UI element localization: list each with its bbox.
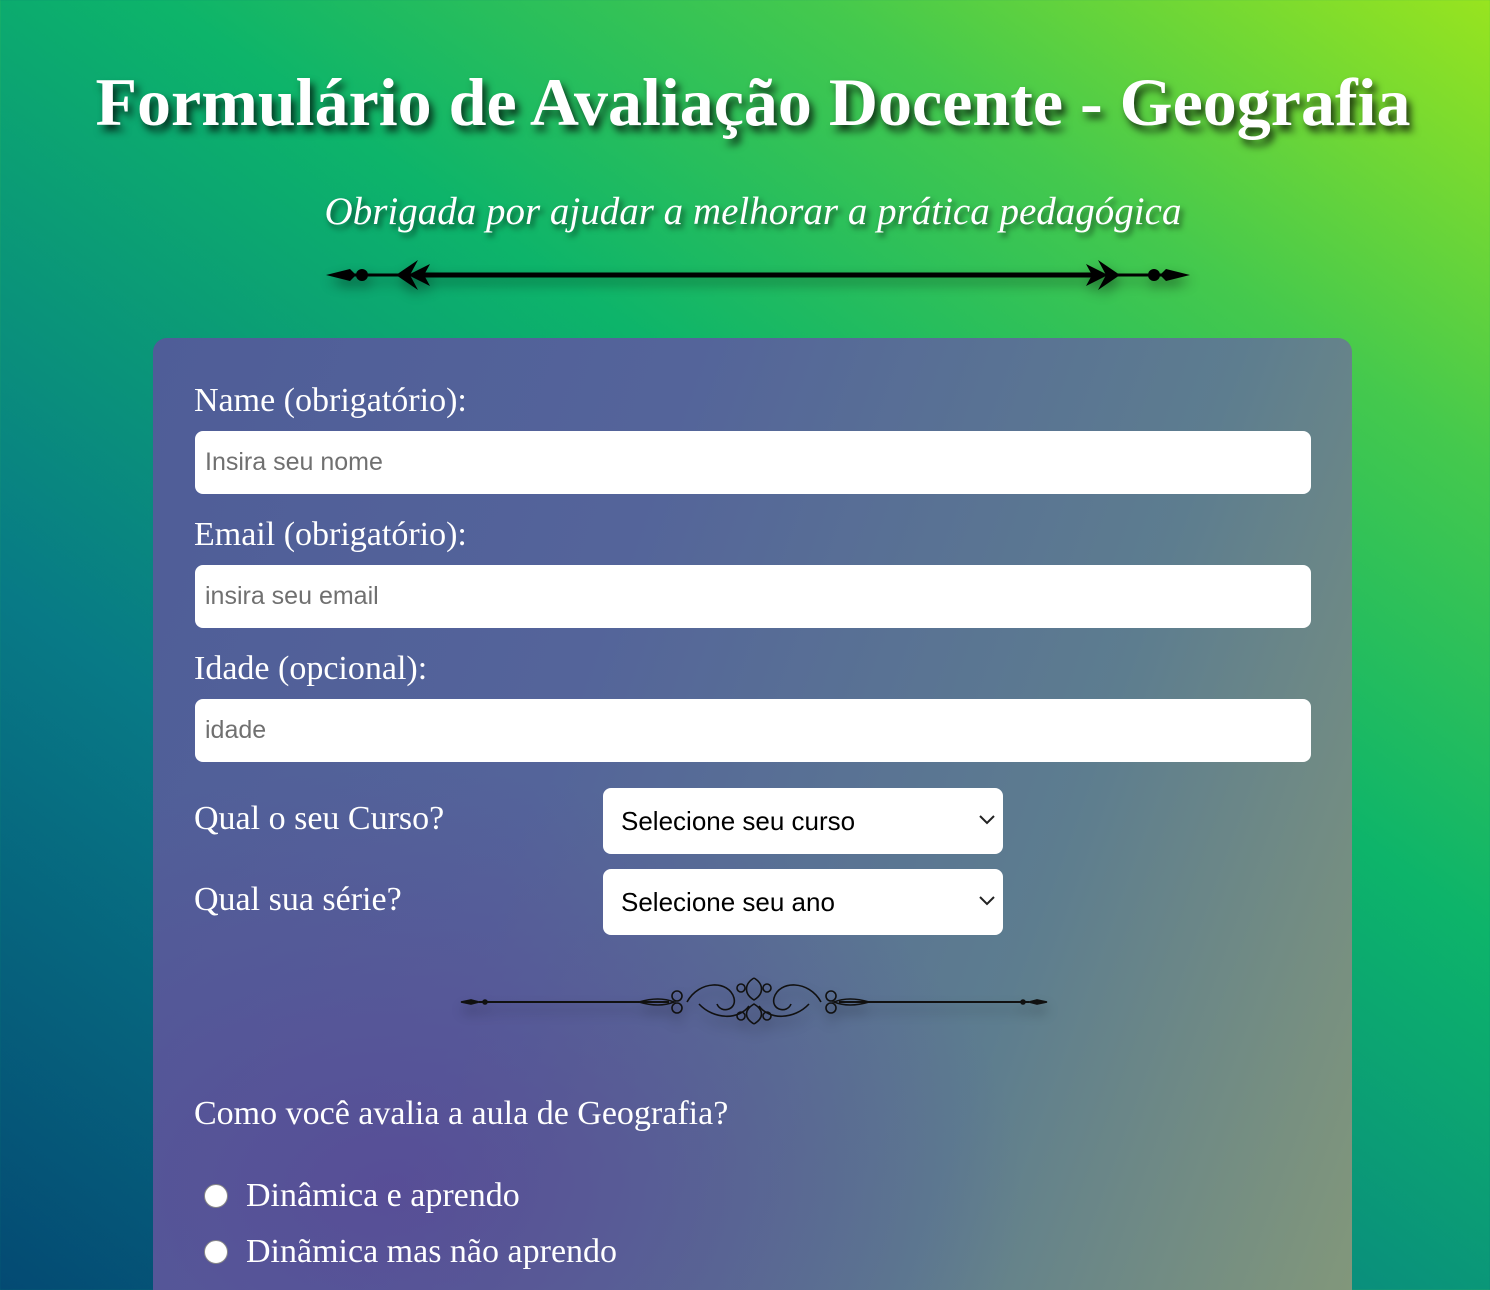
ornamental-arrow-divider-icon (326, 260, 1190, 290)
rating-option[interactable]: Dinãmica mas não aprendo (204, 1232, 617, 1272)
course-label: Qual o seu Curso? (194, 800, 445, 837)
radio-button[interactable] (204, 1240, 228, 1264)
age-input[interactable] (195, 699, 1311, 762)
chevron-down-icon (979, 896, 995, 906)
chevron-down-icon (979, 815, 995, 825)
grade-select[interactable]: Selecione seu ano (603, 869, 1003, 935)
course-select[interactable]: Selecione seu curso (603, 788, 1003, 854)
rating-option-label: Dinãmica mas não aprendo (246, 1233, 618, 1270)
page: Formulário de Avaliação Docente - Geogra… (0, 0, 1490, 1290)
ornamental-scroll-divider-icon (460, 977, 1048, 1025)
email-label: Email (obrigatório): (194, 516, 467, 553)
age-label: Idade (opcional): (194, 650, 428, 687)
form-card: Name (obrigatório): Email (obrigatório):… (153, 338, 1352, 1290)
page-subtitle: Obrigada por ajudar a melhorar a prática… (324, 190, 1182, 233)
rating-question: Como você avalia a aula de Geografia? (194, 1095, 729, 1132)
page-title: Formulário de Avaliação Docente - Geogra… (95, 64, 1411, 140)
course-select-value: Selecione seu curso (621, 806, 856, 836)
name-input[interactable] (195, 431, 1311, 494)
grade-select-value: Selecione seu ano (621, 887, 835, 917)
rating-option-label: Dinâmica e aprendo (246, 1177, 520, 1214)
rating-option[interactable]: Dinâmica e aprendo (204, 1176, 520, 1216)
grade-label: Qual sua série? (194, 881, 402, 918)
radio-button[interactable] (204, 1184, 228, 1208)
name-label: Name (obrigatório): (194, 382, 467, 419)
email-input[interactable] (195, 565, 1311, 628)
